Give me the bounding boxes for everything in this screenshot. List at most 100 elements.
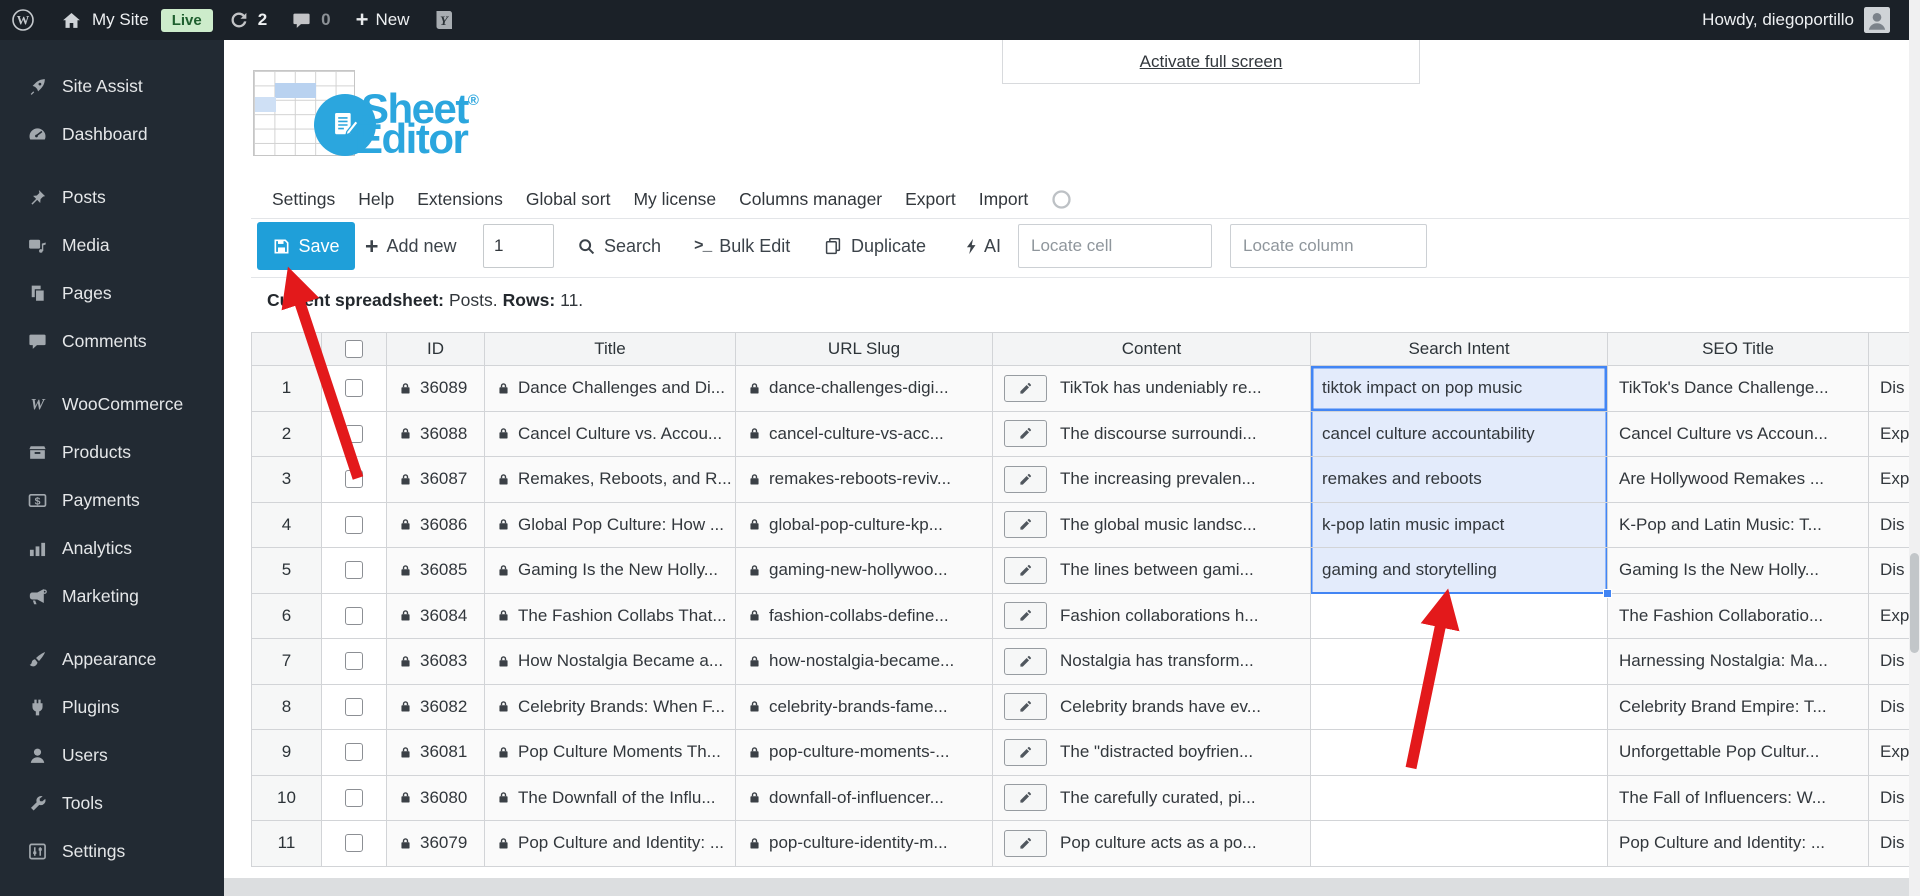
menu-item-settings[interactable]: Settings [272, 189, 335, 210]
cell-url-slug[interactable]: pop-culture-moments-... [736, 730, 993, 776]
row-checkbox[interactable] [345, 788, 363, 807]
menu-item-global-sort[interactable]: Global sort [526, 189, 611, 210]
cell-id[interactable]: 36089 [387, 366, 485, 412]
cell-title[interactable]: Remakes, Reboots, and R... [485, 457, 736, 503]
row-checkbox[interactable] [345, 697, 363, 716]
cell-seo-title[interactable]: Unforgettable Pop Cultur... [1608, 730, 1869, 776]
cell-content[interactable]: TikTok has undeniably re... [993, 366, 1311, 412]
edit-content-button[interactable] [1004, 465, 1047, 493]
cell-id[interactable]: 36085 [387, 548, 485, 594]
cell-content[interactable]: Pop culture acts as a po... [993, 821, 1311, 867]
row-checkbox[interactable] [345, 652, 363, 671]
menu-item-help[interactable]: Help [358, 189, 394, 210]
sidebar-item-appearance[interactable]: Appearance [0, 635, 224, 683]
vertical-scrollbar[interactable] [1909, 0, 1920, 896]
updates-icon[interactable] [228, 9, 250, 31]
save-button[interactable]: Save [257, 222, 355, 270]
menu-item-my-license[interactable]: My license [633, 189, 716, 210]
sidebar-item-posts[interactable]: Posts [0, 173, 224, 221]
cell-search-intent[interactable] [1311, 775, 1608, 821]
cell-url-slug[interactable]: celebrity-brands-fame... [736, 684, 993, 730]
cell-id[interactable]: 36083 [387, 639, 485, 685]
cell-url-slug[interactable]: how-nostalgia-became... [736, 639, 993, 685]
cell-url-slug[interactable]: downfall-of-influencer... [736, 775, 993, 821]
plus-icon[interactable]: + [356, 9, 369, 31]
howdy-text[interactable]: Howdy, diegoportillo [1702, 10, 1854, 30]
add-rows-count-input[interactable] [483, 224, 554, 268]
locate-cell-input[interactable] [1018, 224, 1212, 268]
edit-content-button[interactable] [1004, 693, 1047, 721]
column-header-title[interactable]: Title [485, 333, 736, 366]
cell-title[interactable]: Dance Challenges and Di... [485, 366, 736, 412]
row-number[interactable]: 5 [252, 548, 322, 594]
cell-url-slug[interactable]: fashion-collabs-define... [736, 593, 993, 639]
cell-url-slug[interactable]: remakes-reboots-reviv... [736, 457, 993, 503]
cell-url-slug[interactable]: dance-challenges-digi... [736, 366, 993, 412]
bulk-edit-button[interactable]: >_ Bulk Edit [694, 222, 790, 270]
cell-title[interactable]: The Downfall of the Influ... [485, 775, 736, 821]
cell-seo-title[interactable]: Harnessing Nostalgia: Ma... [1608, 639, 1869, 685]
row-number[interactable]: 9 [252, 730, 322, 776]
cell-id[interactable]: 36086 [387, 502, 485, 548]
yoast-icon[interactable]: Y [432, 8, 456, 32]
sidebar-item-products[interactable]: Products [0, 428, 224, 476]
edit-content-button[interactable] [1004, 647, 1047, 675]
edit-content-button[interactable] [1004, 374, 1047, 402]
cell-content[interactable]: Celebrity brands have ev... [993, 684, 1311, 730]
cell-content[interactable]: The discourse surroundi... [993, 411, 1311, 457]
comments-count[interactable]: 0 [321, 10, 330, 30]
cell-search-intent[interactable] [1311, 593, 1608, 639]
cell-search-intent[interactable]: cancel culture accountability [1311, 411, 1608, 457]
cell-content[interactable]: The increasing prevalen... [993, 457, 1311, 503]
duplicate-button[interactable]: Duplicate [823, 222, 926, 270]
avatar[interactable] [1864, 7, 1890, 33]
cell-title[interactable]: Cancel Culture vs. Accou... [485, 411, 736, 457]
ai-button[interactable]: AI [962, 222, 1001, 270]
cell-title[interactable]: How Nostalgia Became a... [485, 639, 736, 685]
menu-item-columns-manager[interactable]: Columns manager [739, 189, 882, 210]
cell-title[interactable]: Global Pop Culture: How ... [485, 502, 736, 548]
cell-content[interactable]: The lines between gami... [993, 548, 1311, 594]
row-checkbox[interactable] [345, 834, 363, 853]
sidebar-item-payments[interactable]: $ Payments [0, 476, 224, 524]
edit-content-button[interactable] [1004, 556, 1047, 584]
cell-title[interactable]: Celebrity Brands: When F... [485, 684, 736, 730]
row-checkbox[interactable] [345, 606, 363, 625]
menu-item-import[interactable]: Import [979, 189, 1029, 210]
cell-search-intent[interactable]: tiktok impact on pop music [1311, 366, 1608, 412]
cell-search-intent[interactable]: gaming and storytelling [1311, 548, 1612, 598]
column-header-seo-title[interactable]: SEO Title [1608, 333, 1869, 366]
row-number[interactable]: 3 [252, 457, 322, 503]
select-all-checkbox[interactable] [345, 340, 363, 358]
row-checkbox[interactable] [345, 743, 363, 762]
sidebar-item-analytics[interactable]: Analytics [0, 524, 224, 572]
row-number[interactable]: 8 [252, 684, 322, 730]
cell-seo-title[interactable]: Celebrity Brand Empire: T... [1608, 684, 1869, 730]
sidebar-item-media[interactable]: Media [0, 221, 224, 269]
cell-search-intent[interactable] [1311, 639, 1608, 685]
sidebar-item-marketing[interactable]: Marketing [0, 572, 224, 620]
cell-id[interactable]: 36087 [387, 457, 485, 503]
sidebar-item-pages[interactable]: Pages [0, 269, 224, 317]
wordpress-logo-icon[interactable]: W [11, 8, 35, 32]
cell-search-intent[interactable] [1311, 730, 1608, 776]
column-header-url-slug[interactable]: URL Slug [736, 333, 993, 366]
menu-item-export[interactable]: Export [905, 189, 956, 210]
sidebar-item-users[interactable]: Users [0, 731, 224, 779]
column-header-id[interactable]: ID [387, 333, 485, 366]
cell-content[interactable]: Fashion collaborations h... [993, 593, 1311, 639]
new-link[interactable]: New [376, 10, 410, 30]
sidebar-item-site-assist[interactable]: Site Assist [0, 62, 224, 110]
site-name-link[interactable]: My Site [92, 10, 149, 30]
sidebar-item-tools[interactable]: Tools [0, 779, 224, 827]
cell-url-slug[interactable]: pop-culture-identity-m... [736, 821, 993, 867]
locate-column-input[interactable] [1230, 224, 1427, 268]
cell-id[interactable]: 36082 [387, 684, 485, 730]
scrollbar-thumb[interactable] [1910, 553, 1919, 653]
row-checkbox[interactable] [345, 470, 363, 489]
cell-search-intent[interactable] [1311, 821, 1608, 867]
row-number[interactable]: 11 [252, 821, 322, 867]
add-new-button[interactable]: + Add new [365, 222, 457, 270]
cell-content[interactable]: The carefully curated, pi... [993, 775, 1311, 821]
row-checkbox[interactable] [345, 424, 363, 443]
